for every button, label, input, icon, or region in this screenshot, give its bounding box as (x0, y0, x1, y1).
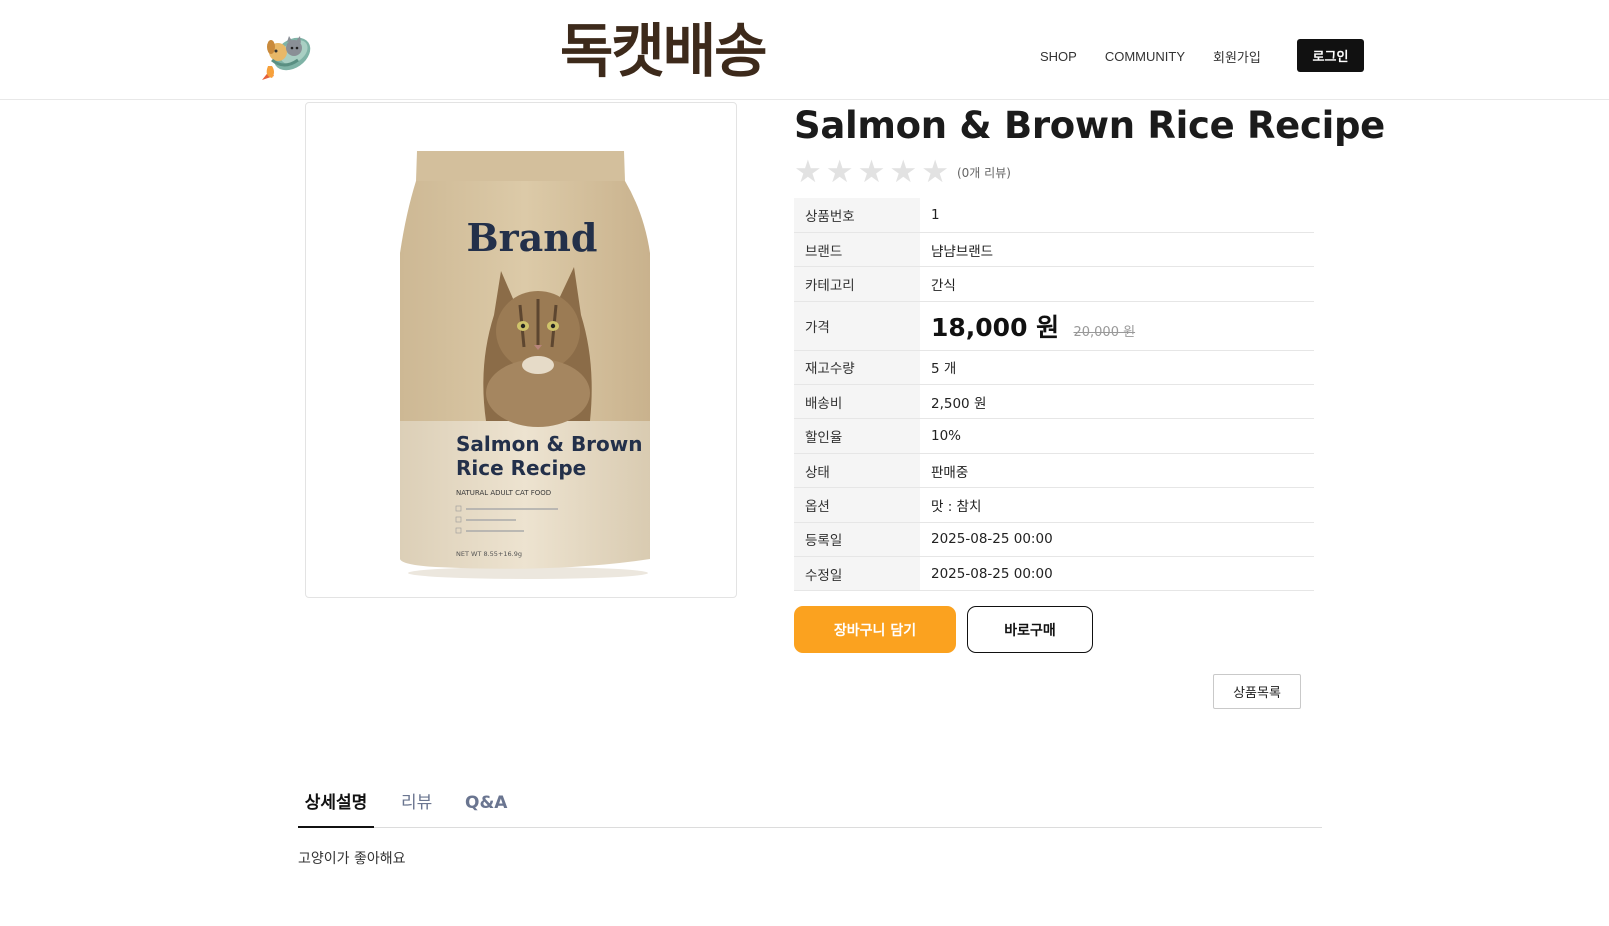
bag-subtitle: NATURAL ADULT CAT FOOD (456, 489, 551, 497)
info-row-stock: 재고수량 5 개 (794, 350, 1314, 386)
info-label: 배송비 (794, 384, 920, 420)
info-value: 간식 (920, 266, 1314, 302)
product-description: 고양이가 좋아해요 (298, 851, 406, 867)
info-label: 상태 (794, 453, 920, 489)
info-row-shipping: 배송비 2,500 원 (794, 384, 1314, 420)
nav-shop[interactable]: SHOP (1040, 49, 1077, 64)
buy-now-button[interactable]: 바로구매 (967, 606, 1093, 653)
dog-cat-rocket-logo-icon[interactable] (258, 26, 316, 84)
main-nav: SHOP COMMUNITY 회원가입 (1040, 40, 1289, 72)
tab-description[interactable]: 상세설명 (298, 788, 374, 828)
info-row-updated: 수정일 2025-08-25 00:00 (794, 556, 1314, 592)
info-value: 맛 : 참치 (920, 487, 1314, 523)
product-list-button[interactable]: 상품목록 (1213, 674, 1301, 709)
info-row-created: 등록일 2025-08-25 00:00 (794, 522, 1314, 558)
info-row-category: 카테고리 간식 (794, 266, 1314, 302)
info-value: 2025-08-25 00:00 (920, 556, 1314, 592)
review-count: (0개 리뷰) (956, 165, 1011, 180)
info-label: 등록일 (794, 522, 920, 558)
info-row-price: 가격 18,000 원 20,000 원 (794, 301, 1314, 351)
login-button[interactable]: 로그인 (1297, 39, 1364, 72)
info-label: 브랜드 (794, 232, 920, 268)
star-rating: ★ ★ ★ ★ ★ (0개 리뷰) (794, 156, 1011, 188)
info-row-status: 상태 판매중 (794, 453, 1314, 489)
tab-qna[interactable]: Q&A (465, 788, 507, 828)
original-price: 20,000 원 (1073, 324, 1136, 340)
star-icon: ★ (794, 154, 822, 190)
info-row-option: 옵션 맛 : 참치 (794, 487, 1314, 523)
info-label: 상품번호 (794, 198, 920, 233)
info-value: 5 개 (920, 350, 1314, 386)
bag-brand-text: Brand (467, 215, 598, 260)
bag-weight-text: NET WT 8.55+16.9g (456, 550, 522, 558)
product-title: Salmon & Brown Rice Recipe (794, 104, 1385, 147)
info-value: 냠냠브랜드 (920, 232, 1314, 268)
add-to-cart-button[interactable]: 장바구니 담기 (794, 606, 956, 653)
site-title[interactable]: 독캣배송 (560, 16, 800, 86)
info-label: 수정일 (794, 556, 920, 592)
price-cell: 18,000 원 20,000 원 (920, 301, 1314, 351)
bag-name-line1: Salmon & Brown (456, 432, 643, 456)
info-value: 판매중 (920, 453, 1314, 489)
info-row-discount: 할인율 10% (794, 418, 1314, 454)
info-value: 2025-08-25 00:00 (920, 522, 1314, 558)
info-value: 2,500 원 (920, 384, 1314, 420)
product-info-table: 상품번호 1 브랜드 냠냠브랜드 카테고리 간식 가격 18,000 원 20,… (794, 198, 1314, 592)
sale-price: 18,000 원 (931, 312, 1060, 342)
detail-tabs: 상세설명 리뷰 Q&A (298, 788, 1322, 828)
star-icon: ★ (921, 154, 949, 190)
site-header: 독캣배송 SHOP COMMUNITY 회원가입 로그인 (0, 0, 1609, 100)
product-image: Brand Salmon & Brown Rice Recipe NATURAL… (305, 102, 737, 598)
info-label: 가격 (794, 301, 920, 351)
info-row-product-no: 상품번호 1 (794, 198, 1314, 233)
info-value: 1 (920, 198, 1314, 233)
tab-reviews[interactable]: 리뷰 (401, 788, 432, 828)
info-label: 카테고리 (794, 266, 920, 302)
bag-name-line2: Rice Recipe (456, 456, 586, 480)
nav-community[interactable]: COMMUNITY (1105, 49, 1185, 64)
star-icon: ★ (825, 154, 854, 190)
info-label: 재고수량 (794, 350, 920, 386)
info-row-brand: 브랜드 냠냠브랜드 (794, 232, 1314, 268)
info-label: 할인율 (794, 418, 920, 454)
star-icon: ★ (857, 154, 886, 190)
star-icon: ★ (889, 154, 918, 190)
info-label: 옵션 (794, 487, 920, 523)
info-value: 10% (920, 418, 1314, 454)
nav-signup[interactable]: 회원가입 (1213, 47, 1261, 66)
